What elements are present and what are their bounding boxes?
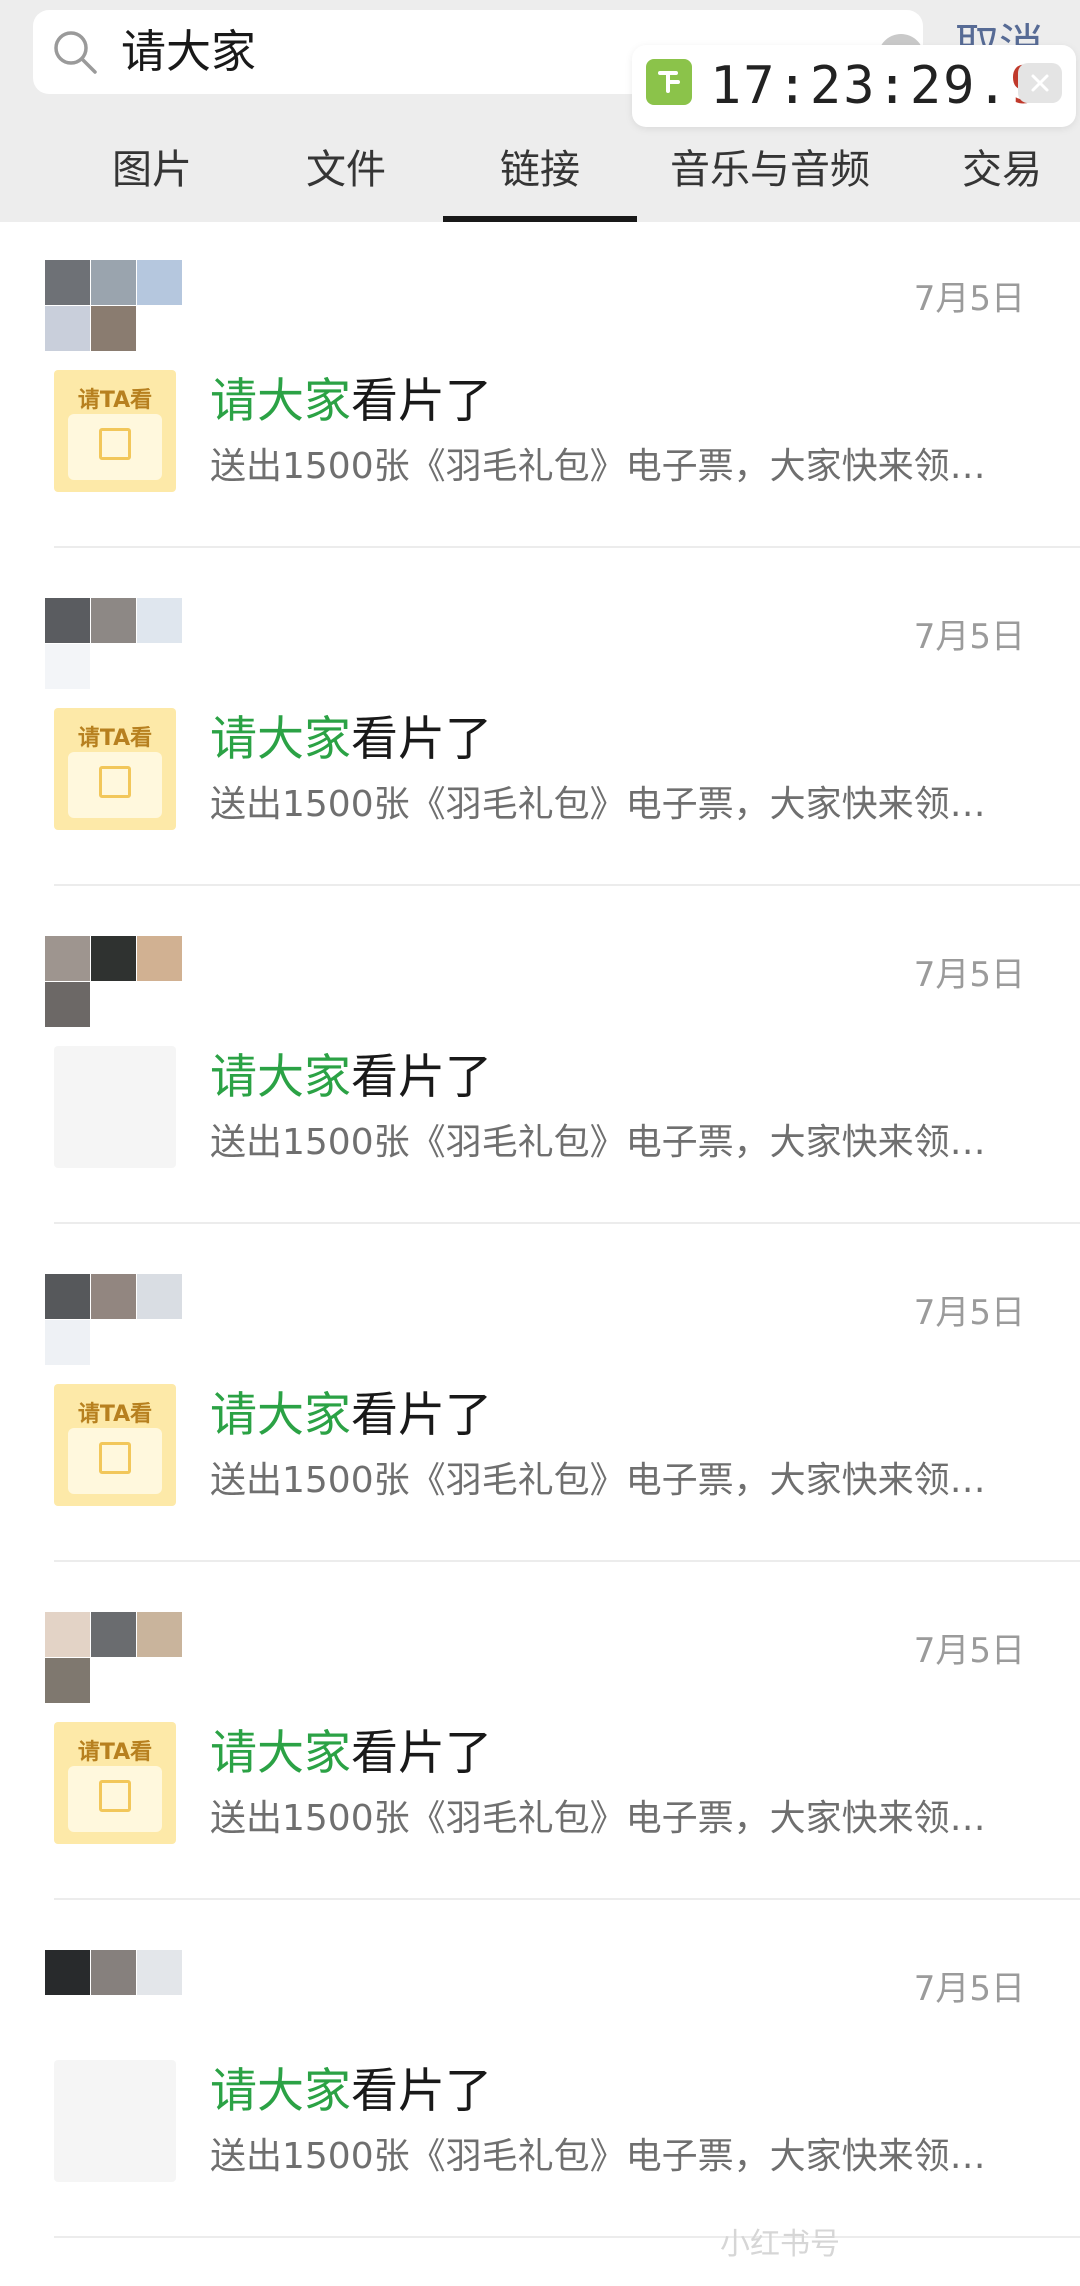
result-description: 送出1500张《羽毛礼包》电子票，大家快来领… bbox=[210, 446, 986, 487]
search-icon bbox=[54, 31, 97, 74]
gift-thumbnail-icon: 请TA看 bbox=[54, 708, 176, 830]
avatar-tile bbox=[137, 1612, 182, 1657]
title-rest: 看片了 bbox=[351, 1050, 492, 1105]
tab-music-audio[interactable]: 音乐与音频 bbox=[670, 140, 870, 200]
title-highlight: 请大家 bbox=[210, 1388, 351, 1443]
avatar-tile bbox=[45, 1950, 90, 1995]
gift-thumbnail-icon: 请TA看 bbox=[54, 1722, 176, 1844]
gift-box-icon bbox=[99, 766, 131, 798]
divider bbox=[54, 884, 1080, 886]
result-description: 送出1500张《羽毛礼包》电子票，大家快来领… bbox=[210, 1798, 986, 1839]
clock-time: 17:23:29.9 bbox=[710, 53, 1043, 119]
tab-transactions[interactable]: 交易 bbox=[962, 140, 1042, 200]
avatar-tile bbox=[45, 598, 90, 643]
result-description: 送出1500张《羽毛礼包》电子票，大家快来领… bbox=[210, 1460, 986, 1501]
thumbnail-label: 请TA看 bbox=[77, 726, 153, 751]
result-item[interactable]: 7月5日请TA看 请大家看片了送出1500张《羽毛礼包》电子票，大家快来领… bbox=[0, 1574, 1080, 1912]
result-date: 7月5日 bbox=[913, 1293, 1025, 1333]
avatar[interactable] bbox=[45, 260, 182, 352]
result-title[interactable]: 请大家看片了 bbox=[210, 710, 492, 770]
search-input[interactable]: 请大家 bbox=[121, 26, 256, 78]
result-date: 7月5日 bbox=[913, 1969, 1025, 2009]
title-highlight: 请大家 bbox=[210, 1050, 351, 1105]
result-date: 7月5日 bbox=[913, 279, 1025, 319]
result-item[interactable]: 7月5日请大家看片了送出1500张《羽毛礼包》电子票，大家快来领… bbox=[0, 1912, 1080, 2250]
thumbnail-label: 请TA看 bbox=[77, 388, 153, 413]
title-rest: 看片了 bbox=[351, 374, 492, 429]
title-rest: 看片了 bbox=[351, 2064, 492, 2119]
result-date: 7月5日 bbox=[913, 1631, 1025, 1671]
avatar-tile bbox=[91, 1950, 136, 1995]
category-tabs: 图片 文件 链接 音乐与音频 交易 bbox=[0, 130, 1080, 222]
title-rest: 看片了 bbox=[351, 712, 492, 767]
gift-thumbnail-icon: 请TA看 bbox=[54, 370, 176, 492]
result-date: 7月5日 bbox=[913, 955, 1025, 995]
avatar-tile bbox=[45, 1612, 90, 1657]
result-description: 送出1500张《羽毛礼包》电子票，大家快来领… bbox=[210, 784, 986, 825]
result-description: 送出1500张《羽毛礼包》电子票，大家快来领… bbox=[210, 2136, 986, 2177]
avatar[interactable] bbox=[45, 598, 182, 690]
clock-overlay[interactable]: 17:23:29.9 bbox=[632, 45, 1076, 127]
avatar-tile bbox=[45, 644, 90, 689]
avatar-tile bbox=[45, 1320, 90, 1365]
result-title[interactable]: 请大家看片了 bbox=[210, 2062, 492, 2122]
result-title[interactable]: 请大家看片了 bbox=[210, 1724, 492, 1784]
avatar-tile bbox=[91, 598, 136, 643]
avatar-tile bbox=[137, 598, 182, 643]
avatar-tile bbox=[45, 1274, 90, 1319]
title-highlight: 请大家 bbox=[210, 374, 351, 429]
avatar-tile bbox=[137, 936, 182, 981]
result-item[interactable]: 7月5日请TA看 请大家看片了送出1500张《羽毛礼包》电子票，大家快来领… bbox=[0, 560, 1080, 898]
avatar-tile bbox=[91, 936, 136, 981]
clock-app-logo-icon bbox=[646, 59, 692, 105]
avatar-tile bbox=[45, 982, 90, 1027]
watermark: 小红书号 bbox=[720, 2227, 840, 2262]
avatar-tile bbox=[91, 260, 136, 305]
blank-thumbnail bbox=[54, 1046, 176, 1168]
gift-box-icon bbox=[99, 1780, 131, 1812]
gift-box-icon bbox=[99, 1442, 131, 1474]
title-highlight: 请大家 bbox=[210, 712, 351, 767]
result-item[interactable]: 7月5日请TA看 请大家看片了送出1500张《羽毛礼包》电子票，大家快来领… bbox=[0, 1236, 1080, 1574]
avatar-tile bbox=[137, 1950, 182, 1995]
tab-files[interactable]: 文件 bbox=[306, 140, 386, 200]
avatar-tile bbox=[45, 1658, 90, 1703]
divider bbox=[54, 546, 1080, 548]
result-date: 7月5日 bbox=[913, 617, 1025, 657]
title-rest: 看片了 bbox=[351, 1388, 492, 1443]
clock-time-main: 17:23:29. bbox=[710, 56, 1010, 116]
title-highlight: 请大家 bbox=[210, 2064, 351, 2119]
blank-thumbnail bbox=[54, 2060, 176, 2182]
thumbnail-label: 请TA看 bbox=[77, 1402, 153, 1427]
gift-box-icon bbox=[99, 428, 131, 460]
result-description: 送出1500张《羽毛礼包》电子票，大家快来领… bbox=[210, 1122, 986, 1163]
avatar-tile bbox=[45, 260, 90, 305]
avatar-tile bbox=[91, 1274, 136, 1319]
tab-images[interactable]: 图片 bbox=[112, 140, 192, 200]
avatar-tile bbox=[137, 1274, 182, 1319]
title-highlight: 请大家 bbox=[210, 1726, 351, 1781]
divider bbox=[54, 1222, 1080, 1224]
result-title[interactable]: 请大家看片了 bbox=[210, 372, 492, 432]
avatar[interactable] bbox=[45, 1950, 182, 2042]
avatar[interactable] bbox=[45, 1612, 182, 1704]
result-item[interactable]: 7月5日请大家看片了送出1500张《羽毛礼包》电子票，大家快来领… bbox=[0, 898, 1080, 1236]
close-clock-icon[interactable] bbox=[1018, 63, 1062, 103]
divider bbox=[54, 1898, 1080, 1900]
thumbnail-label: 请TA看 bbox=[77, 1740, 153, 1765]
title-rest: 看片了 bbox=[351, 1726, 492, 1781]
gift-thumbnail-icon: 请TA看 bbox=[54, 1384, 176, 1506]
divider bbox=[54, 1560, 1080, 1562]
tab-links[interactable]: 链接 bbox=[500, 140, 580, 200]
result-item[interactable]: 7月5日请TA看 请大家看片了送出1500张《羽毛礼包》电子票，大家快来领… bbox=[0, 222, 1080, 560]
avatar-tile bbox=[137, 260, 182, 305]
avatar-tile bbox=[45, 306, 90, 351]
result-title[interactable]: 请大家看片了 bbox=[210, 1386, 492, 1446]
avatar[interactable] bbox=[45, 936, 182, 1028]
avatar-tile bbox=[91, 306, 136, 351]
avatar[interactable] bbox=[45, 1274, 182, 1366]
avatar-tile bbox=[91, 1612, 136, 1657]
result-title[interactable]: 请大家看片了 bbox=[210, 1048, 492, 1108]
avatar-tile bbox=[45, 936, 90, 981]
